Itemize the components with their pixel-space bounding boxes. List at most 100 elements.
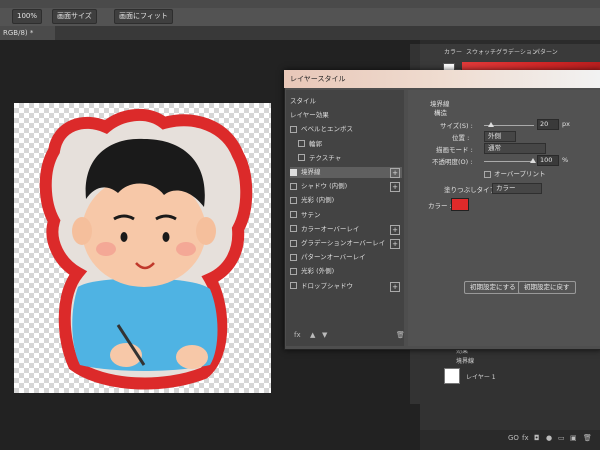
style-item-label: シャドウ (内側) bbox=[301, 182, 348, 191]
style-item[interactable]: 輪郭 bbox=[298, 139, 402, 150]
fit-screen-button[interactable]: 画面サイズ bbox=[52, 9, 97, 24]
add-effect-icon[interactable]: + bbox=[390, 168, 400, 178]
style-item-label: 光彩 (外側) bbox=[301, 267, 335, 276]
blend-mode-select[interactable]: 通常 bbox=[484, 143, 546, 154]
left-eye bbox=[120, 232, 128, 242]
style-checkbox[interactable] bbox=[290, 267, 297, 275]
style-item-label: スタイル bbox=[290, 97, 316, 105]
link-layers-icon[interactable]: GO bbox=[508, 434, 519, 442]
style-item[interactable]: カラーオーバーレイ + bbox=[290, 224, 402, 235]
left-cheek bbox=[96, 242, 116, 256]
add-effect-icon[interactable]: + bbox=[390, 224, 400, 235]
add-effect-icon[interactable]: + bbox=[390, 281, 400, 292]
style-item-label: 光彩 (内側) bbox=[301, 196, 335, 205]
style-checkbox[interactable] bbox=[290, 125, 297, 133]
position-label: 位置 : bbox=[452, 134, 470, 142]
size-label: サイズ(S) : bbox=[440, 122, 473, 130]
fill-type-select[interactable]: カラー bbox=[492, 183, 542, 194]
style-item-label: ドロップシャドウ bbox=[301, 281, 353, 290]
new-layer-icon[interactable]: ▣ bbox=[570, 434, 577, 442]
tab-color[interactable]: カラー bbox=[444, 47, 462, 56]
opacity-slider-knob[interactable] bbox=[530, 158, 536, 163]
delete-effect-icon[interactable]: 🗑 bbox=[396, 331, 405, 339]
opacity-slider[interactable] bbox=[484, 161, 534, 162]
style-checkbox[interactable] bbox=[290, 282, 297, 290]
size-input[interactable]: 20 bbox=[537, 119, 559, 130]
overprint-label: オーバープリント bbox=[494, 170, 546, 178]
position-select[interactable]: 外側 bbox=[484, 131, 516, 142]
fx-icon[interactable]: fx bbox=[294, 331, 301, 339]
style-checkbox[interactable] bbox=[298, 154, 305, 162]
style-item-label: サテン bbox=[301, 210, 321, 219]
zoom-100-button[interactable]: 100% bbox=[12, 9, 43, 24]
style-item[interactable]: 光彩 (内側) bbox=[290, 195, 402, 206]
style-checkbox[interactable] bbox=[298, 140, 305, 148]
layer-effect-stroke[interactable]: 境界線 bbox=[456, 356, 474, 365]
style-item[interactable]: グラデーションオーバーレイ + bbox=[290, 238, 402, 249]
mask-icon[interactable]: ◘ bbox=[534, 434, 540, 442]
style-item[interactable]: ドロップシャドウ + bbox=[290, 281, 402, 292]
overprint-checkbox[interactable]: オーバープリント bbox=[484, 168, 546, 178]
boy-illustration bbox=[39, 108, 253, 390]
tab-gradient[interactable]: グラデーション bbox=[496, 47, 538, 56]
opacity-input[interactable]: 100 bbox=[537, 155, 559, 166]
add-effect-icon[interactable]: + bbox=[390, 182, 400, 193]
tab-pattern[interactable]: パターン bbox=[534, 47, 558, 56]
fit-view-button[interactable]: 画面にフィット bbox=[114, 9, 173, 24]
style-item-label: カラーオーバーレイ bbox=[301, 224, 360, 233]
style-checkbox[interactable] bbox=[290, 225, 297, 233]
style-item-label: テクスチャ bbox=[309, 153, 342, 162]
style-item-label: ベベルとエンボス bbox=[301, 125, 353, 134]
stroke-color-swatch[interactable] bbox=[451, 198, 469, 211]
style-item[interactable]: 境界線 + bbox=[290, 167, 402, 178]
menu-bar bbox=[0, 0, 600, 8]
style-item[interactable]: サテン bbox=[290, 210, 402, 221]
style-checkbox[interactable] bbox=[290, 253, 297, 261]
left-ear bbox=[72, 217, 92, 245]
style-item[interactable]: レイヤー効果 bbox=[290, 110, 402, 121]
trash-icon[interactable]: 🗑 bbox=[583, 434, 592, 442]
stroke-options bbox=[408, 90, 600, 346]
style-item-label: 輪郭 bbox=[309, 139, 322, 148]
document-tab[interactable]: RGB/8) * bbox=[0, 26, 55, 40]
opacity-unit: % bbox=[562, 156, 569, 164]
right-ear bbox=[196, 217, 216, 245]
opacity-label: 不透明度(O) : bbox=[432, 158, 473, 166]
style-item[interactable]: 光彩 (外側) bbox=[290, 266, 402, 277]
reset-default-button[interactable]: 初期設定に戻す bbox=[518, 281, 576, 294]
style-item-label: パターンオーバーレイ bbox=[301, 253, 366, 262]
tab-swatches[interactable]: スウォッチ bbox=[466, 47, 496, 56]
document-tab-row bbox=[0, 26, 600, 40]
layer-name[interactable]: レイヤー 1 bbox=[466, 372, 496, 381]
color-label: カラー : bbox=[428, 202, 452, 210]
style-item[interactable]: パターンオーバーレイ bbox=[290, 252, 402, 263]
group-icon[interactable]: ▭ bbox=[558, 434, 565, 442]
add-style-icon[interactable]: fx bbox=[522, 434, 529, 442]
size-unit: px bbox=[562, 120, 570, 128]
dialog-title-bar[interactable]: レイヤースタイル bbox=[284, 70, 600, 88]
style-item[interactable]: スタイル bbox=[290, 96, 402, 107]
style-checkbox[interactable] bbox=[290, 239, 297, 247]
style-item-label: レイヤー効果 bbox=[290, 111, 329, 120]
style-checkbox[interactable] bbox=[290, 211, 297, 219]
right-eye bbox=[162, 232, 170, 242]
style-checkbox[interactable] bbox=[290, 182, 297, 190]
style-item[interactable]: シャドウ (内側) + bbox=[290, 181, 402, 193]
style-checkbox[interactable] bbox=[290, 168, 297, 176]
size-slider-knob[interactable] bbox=[488, 122, 494, 127]
structure-subheading: 構造 bbox=[434, 109, 447, 117]
adjustment-icon[interactable]: ● bbox=[546, 434, 552, 442]
move-down-icon[interactable]: ▼ bbox=[322, 331, 327, 339]
style-item-label: 境界線 bbox=[301, 168, 321, 176]
style-checkbox[interactable] bbox=[290, 196, 297, 204]
right-hand bbox=[176, 345, 208, 369]
layer-thumbnail[interactable] bbox=[444, 368, 460, 384]
style-item[interactable]: ベベルとエンボス bbox=[290, 124, 402, 135]
dialog-title: レイヤースタイル bbox=[290, 75, 346, 83]
blend-mode-label: 描画モード : bbox=[436, 146, 473, 154]
add-effect-icon[interactable]: + bbox=[390, 239, 400, 249]
style-item[interactable]: テクスチャ bbox=[298, 153, 402, 164]
move-up-icon[interactable]: ▲ bbox=[310, 331, 315, 339]
make-default-button[interactable]: 初期設定にする bbox=[464, 281, 522, 294]
style-item-label: グラデーションオーバーレイ bbox=[301, 239, 386, 247]
